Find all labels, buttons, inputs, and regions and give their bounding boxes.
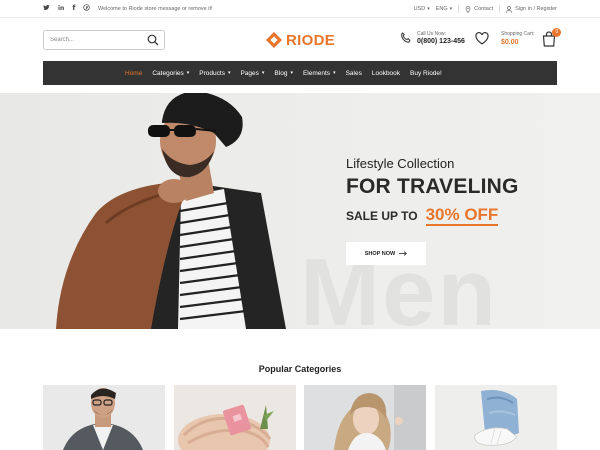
hero-banner: Men Lifestyle Collection FOR TRAVELING S… <box>0 93 600 329</box>
signin-link[interactable]: Sign in / Register <box>506 5 557 13</box>
chevron-down-icon: ▾ <box>449 6 453 12</box>
phone-icon <box>401 32 411 43</box>
main-nav: Home Categories ▾ Products ▾ Pages ▾ Blog ▾ … <box>43 61 557 85</box>
category-card-accessories[interactable] <box>174 385 296 450</box>
category-card-men[interactable] <box>43 385 165 450</box>
welcome-message: Welcome to Riode store message or remove… <box>98 6 213 12</box>
user-icon <box>506 5 512 13</box>
contact-link[interactable]: Contact <box>465 5 494 13</box>
chevron-down-icon: ▾ <box>333 70 336 76</box>
top-right-menu: USD ▾ ENG ▾ Contact Sign in / Register <box>414 5 557 13</box>
nav-item-home[interactable]: Home <box>125 70 142 77</box>
logo-text: RIODE <box>286 31 336 49</box>
facebook-icon[interactable]: f <box>72 4 75 14</box>
nav-label: Pages <box>240 69 259 77</box>
social-links: in f <box>43 4 91 14</box>
hero-model-image <box>56 93 286 329</box>
nav-label: Sales <box>345 69 362 77</box>
shoes-category-image <box>435 385 557 450</box>
nav-item-pages[interactable]: Pages ▾ <box>240 70 264 77</box>
nav-label: Home <box>125 69 143 77</box>
chevron-down-icon: ▾ <box>427 6 430 12</box>
divider <box>499 5 501 13</box>
nav-item-products[interactable]: Products ▾ <box>199 70 230 77</box>
women-category-image <box>304 385 426 450</box>
chevron-down-icon: ▾ <box>227 70 231 76</box>
nav-item-buy-riode[interactable]: Buy Riode! <box>410 70 442 77</box>
nav-item-categories[interactable]: Categories ▾ <box>152 70 189 77</box>
shop-now-button[interactable]: SHOP NOW <box>346 242 426 265</box>
cart-total: $0.00 <box>501 39 519 46</box>
nav-label: Lookbook <box>371 69 401 77</box>
language-select[interactable]: ENG ▾ <box>436 6 452 12</box>
chevron-down-icon: ▾ <box>261 70 265 76</box>
nav-item-elements[interactable]: Elements ▾ <box>303 70 336 77</box>
hero-title: FOR TRAVELING <box>346 175 519 198</box>
hero-sale: SALE UP TO 30% OFF <box>346 205 499 226</box>
cart-bag-icon: 0 <box>542 28 562 47</box>
signin-label: Sign in / Register <box>515 6 557 12</box>
twitter-icon[interactable] <box>43 4 50 14</box>
currency-value: USD <box>413 6 426 12</box>
call-number: 0(800) 123-456 <box>417 38 465 45</box>
site-logo[interactable]: RIODE <box>266 30 335 50</box>
cart-label: Shopping Cart: <box>501 31 535 37</box>
nav-item-sales[interactable]: Sales <box>346 70 362 77</box>
map-pin-icon <box>465 5 471 13</box>
nav-label: Categories <box>152 69 184 77</box>
nav-label: Blog <box>274 69 288 77</box>
section-title: Popular Categories <box>258 364 342 374</box>
men-category-image <box>43 385 165 450</box>
nav-label: Elements <box>302 69 331 77</box>
accessories-category-image <box>174 385 296 450</box>
sale-value: 30% OFF <box>425 205 499 226</box>
chevron-down-icon: ▾ <box>290 70 293 76</box>
language-value: ENG <box>435 6 448 12</box>
search-box <box>43 30 165 50</box>
cart-count-badge: 0 <box>552 28 562 37</box>
call-us[interactable]: Call Us Now: 0(800) 123-456 <box>400 31 465 45</box>
chevron-down-icon: ▾ <box>186 70 190 76</box>
nav-item-blog[interactable]: Blog ▾ <box>274 70 293 77</box>
pinterest-icon[interactable] <box>83 4 91 14</box>
sale-prefix: SALE UP TO <box>346 209 418 223</box>
hero-subtitle: Lifestyle Collection <box>346 156 455 171</box>
nav-label: Buy Riode! <box>410 69 442 77</box>
currency-select[interactable]: USD ▾ <box>414 6 430 12</box>
logo-mark-icon <box>266 32 282 48</box>
shop-now-label: SHOP NOW <box>364 250 396 257</box>
search-input[interactable] <box>44 31 144 49</box>
wishlist-heart-icon[interactable] <box>475 32 489 45</box>
top-bar: in f Welcome to Riode store message or r… <box>0 0 600 18</box>
arrow-right-icon <box>399 251 408 256</box>
linkedin-icon[interactable]: in <box>58 4 64 14</box>
shopping-cart[interactable]: Shopping Cart: $0.00 0 <box>501 28 562 47</box>
category-card-women[interactable] <box>304 385 426 450</box>
category-card-shoes[interactable] <box>435 385 557 450</box>
divider <box>458 5 460 13</box>
nav-label: Products <box>199 69 225 77</box>
search-icon[interactable] <box>147 34 159 46</box>
call-label: Call Us Now: <box>417 31 446 37</box>
nav-item-lookbook[interactable]: Lookbook <box>372 70 400 77</box>
contact-label: Contact <box>474 6 494 12</box>
